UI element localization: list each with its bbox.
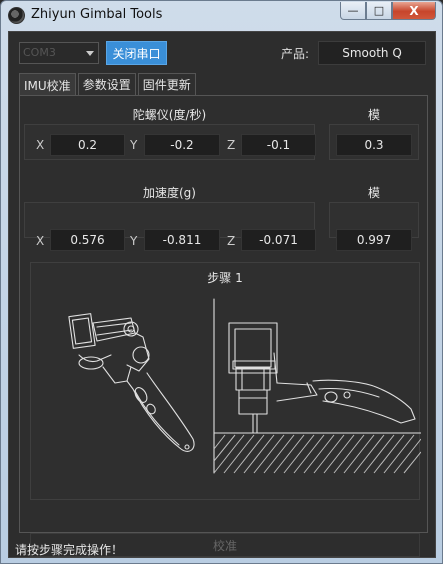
accel-mod-title: 模 bbox=[367, 186, 380, 200]
client-area: COM3 关闭串口 产品: Smooth Q IMU校准 参数设置 固件更新 陀… bbox=[8, 31, 436, 558]
caption-buttons: — □ X bbox=[340, 2, 436, 21]
imu-calibration-panel: 陀螺仪(度/秒) X 0.2 Y -0.2 Z -0.1 模 0.3 加速度(g… bbox=[19, 95, 428, 557]
accel-x-label: X bbox=[36, 234, 45, 248]
gyro-y-label: Y bbox=[130, 138, 138, 152]
port-select[interactable]: COM3 bbox=[19, 42, 99, 64]
gimbal-app-icon bbox=[8, 7, 25, 24]
gimbal-illustration bbox=[68, 298, 421, 474]
accel-y-label: Y bbox=[130, 234, 138, 248]
tab-firmware-update[interactable]: 固件更新 bbox=[137, 73, 196, 95]
gyro-x-label: X bbox=[36, 138, 45, 152]
tab-bar: IMU校准 参数设置 固件更新 bbox=[19, 73, 198, 96]
gyro-y-value: -0.2 bbox=[144, 134, 220, 156]
port-select-value: COM3 bbox=[23, 46, 56, 59]
table-hatch bbox=[213, 434, 421, 474]
close-port-button[interactable]: 关闭串口 bbox=[106, 41, 167, 65]
window-title: Zhiyun Gimbal Tools bbox=[31, 7, 163, 22]
gyro-x-value: 0.2 bbox=[50, 134, 125, 156]
product-label: 产品: bbox=[281, 47, 310, 61]
close-button[interactable]: X bbox=[392, 2, 436, 20]
product-value: Smooth Q bbox=[318, 41, 426, 65]
accel-y-value: -0.811 bbox=[144, 229, 220, 251]
chevron-down-icon bbox=[86, 51, 94, 56]
minimize-button[interactable]: — bbox=[340, 2, 366, 20]
step-group: 步骤 1 bbox=[30, 262, 421, 500]
gyro-z-label: Z bbox=[227, 138, 236, 152]
tab-parameter-settings[interactable]: 参数设置 bbox=[77, 73, 136, 95]
accel-title: 加速度(g) bbox=[143, 186, 196, 200]
accel-z-label: Z bbox=[227, 234, 236, 248]
gimbal-upright-drawing bbox=[68, 313, 195, 452]
gyro-mod-value: 0.3 bbox=[336, 134, 412, 156]
accel-z-value: -0.071 bbox=[241, 229, 316, 251]
title-bar[interactable]: Zhiyun Gimbal Tools — □ X bbox=[1, 1, 442, 31]
gyro-z-value: -0.1 bbox=[241, 134, 316, 156]
app-window: Zhiyun Gimbal Tools — □ X COM3 关闭串口 产品: … bbox=[0, 0, 443, 564]
accel-x-value: 0.576 bbox=[50, 229, 125, 251]
tab-imu-calibration[interactable]: IMU校准 bbox=[19, 73, 76, 96]
maximize-button[interactable]: □ bbox=[366, 2, 392, 20]
gyro-mod-title: 模 bbox=[367, 108, 380, 122]
status-message: 请按步骤完成操作！ bbox=[15, 543, 124, 557]
gyro-title: 陀螺仪(度/秒) bbox=[132, 108, 207, 122]
accel-mod-value: 0.997 bbox=[336, 229, 412, 251]
